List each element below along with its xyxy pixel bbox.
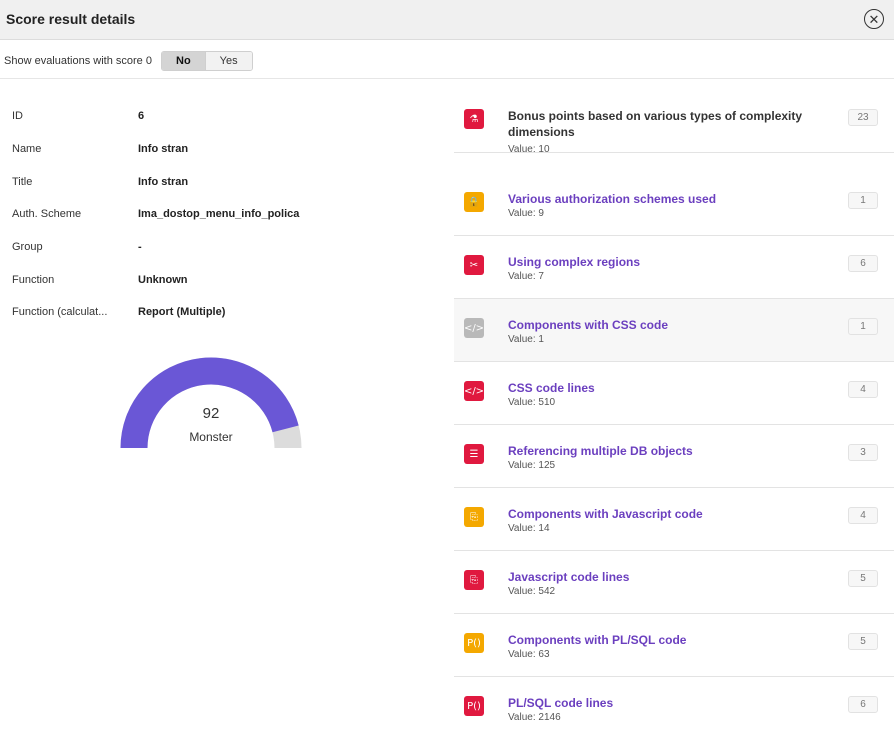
code-icon: </> [464,318,484,338]
evaluation-item[interactable]: P() PL/SQL code lines Value: 2146 6 [454,677,894,740]
filter-toolbar: Show evaluations with score 0 No Yes [0,41,894,79]
property-key: Function [12,274,55,286]
database-icon: ☰ [464,444,484,464]
show-zero-label: Show evaluations with score 0 [4,55,152,67]
score-gauge: 92 Monster [120,357,302,457]
evaluation-item[interactable]: ⎘ Components with Javascript code Value:… [454,488,894,551]
evaluation-name[interactable]: Javascript code lines [508,569,808,585]
evaluation-value: Value: 1 [508,334,544,345]
evaluation-item[interactable]: ✂ Using complex regions Value: 7 6 [454,236,894,299]
evaluation-value: Value: 510 [508,397,556,408]
plsql-icon: P() [464,633,484,653]
property-row: ID 6 [12,110,342,126]
evaluation-item[interactable]: ☰ Referencing multiple DB objects Value:… [454,425,894,488]
property-value: Report (Multiple) [138,306,226,318]
property-value: - [138,241,142,253]
property-row: Function Unknown [12,274,342,290]
property-row: Group - [12,241,342,257]
evaluation-item[interactable]: ⎘ Javascript code lines Value: 542 5 [454,551,894,614]
evaluation-value: Value: 125 [508,460,556,471]
js-file-icon: ⎘ [464,507,484,527]
property-value: Info stran [138,176,189,188]
dialog-header: Score result details ✕ [0,0,894,40]
gauge-score: 92 [202,405,220,422]
toggle-option-no[interactable]: No [162,52,205,70]
evaluation-value: Value: 9 [508,208,544,219]
evaluation-value: Value: 542 [508,586,556,597]
evaluation-item[interactable]: ⚗ Bonus points based on various types of… [454,90,894,155]
evaluation-value: Value: 10 [508,144,550,155]
close-icon[interactable]: ✕ [864,9,884,29]
property-key: Title [12,176,33,188]
evaluation-value: Value: 7 [508,271,544,282]
show-zero-toggle: No Yes [161,51,253,71]
property-value: Unknown [138,274,188,286]
property-value: Info stran [138,143,189,155]
property-key: Function (calculat... [12,306,108,318]
property-value: Ima_dostop_menu_info_polica [138,208,300,220]
score-badge: 6 [848,255,878,272]
evaluation-name[interactable]: Using complex regions [508,254,808,270]
lock-a-icon: 🔒 [464,192,484,212]
code-icon: </> [464,381,484,401]
score-badge: 1 [848,318,878,335]
evaluation-value: Value: 2146 [508,712,561,723]
evaluation-item[interactable]: </> Components with CSS code Value: 1 1 [454,299,894,362]
score-badge: 4 [848,507,878,524]
score-badge: 4 [848,381,878,398]
evaluation-value: Value: 14 [508,523,550,534]
score-badge: 1 [848,192,878,209]
property-key: Name [12,143,42,155]
gauge-level: Monster [189,430,233,444]
score-badge: 23 [848,109,878,126]
evaluation-name[interactable]: CSS code lines [508,380,808,396]
property-row: Name Info stran [12,143,342,159]
property-key: ID [12,110,23,122]
score-badge: 6 [848,696,878,713]
js-file-icon: ⎘ [464,570,484,590]
evaluation-name[interactable]: Components with CSS code [508,317,808,333]
dialog-title: Score result details [6,11,136,27]
evaluation-name[interactable]: Components with Javascript code [508,506,808,522]
property-row: Title Info stran [12,176,342,192]
property-value: 6 [138,110,145,122]
evaluation-name[interactable]: Components with PL/SQL code [508,632,808,648]
evaluation-value: Value: 63 [508,649,550,660]
evaluation-item[interactable]: </> CSS code lines Value: 510 4 [454,362,894,425]
scissors-icon: ✂ [464,255,484,275]
property-key: Auth. Scheme [12,208,82,220]
score-badge: 5 [848,633,878,650]
evaluation-item[interactable]: P() Components with PL/SQL code Value: 6… [454,614,894,677]
score-badge: 3 [848,444,878,461]
plsql-icon: P() [464,696,484,716]
toggle-option-yes[interactable]: Yes [204,52,252,70]
evaluation-name: Bonus points based on various types of c… [508,109,803,139]
property-key: Group [12,241,43,253]
property-row: Function (calculat... Report (Multiple) [12,306,342,322]
evaluation-name[interactable]: Referencing multiple DB objects [508,443,808,459]
evaluation-name[interactable]: PL/SQL code lines [508,695,808,711]
evaluation-name[interactable]: Various authorization schemes used [508,191,808,207]
flask-icon: ⚗ [464,109,484,129]
score-badge: 5 [848,570,878,587]
evaluation-item[interactable]: 🔒 Various authorization schemes used Val… [454,173,894,236]
property-row: Auth. Scheme Ima_dostop_menu_info_polica [12,208,342,224]
